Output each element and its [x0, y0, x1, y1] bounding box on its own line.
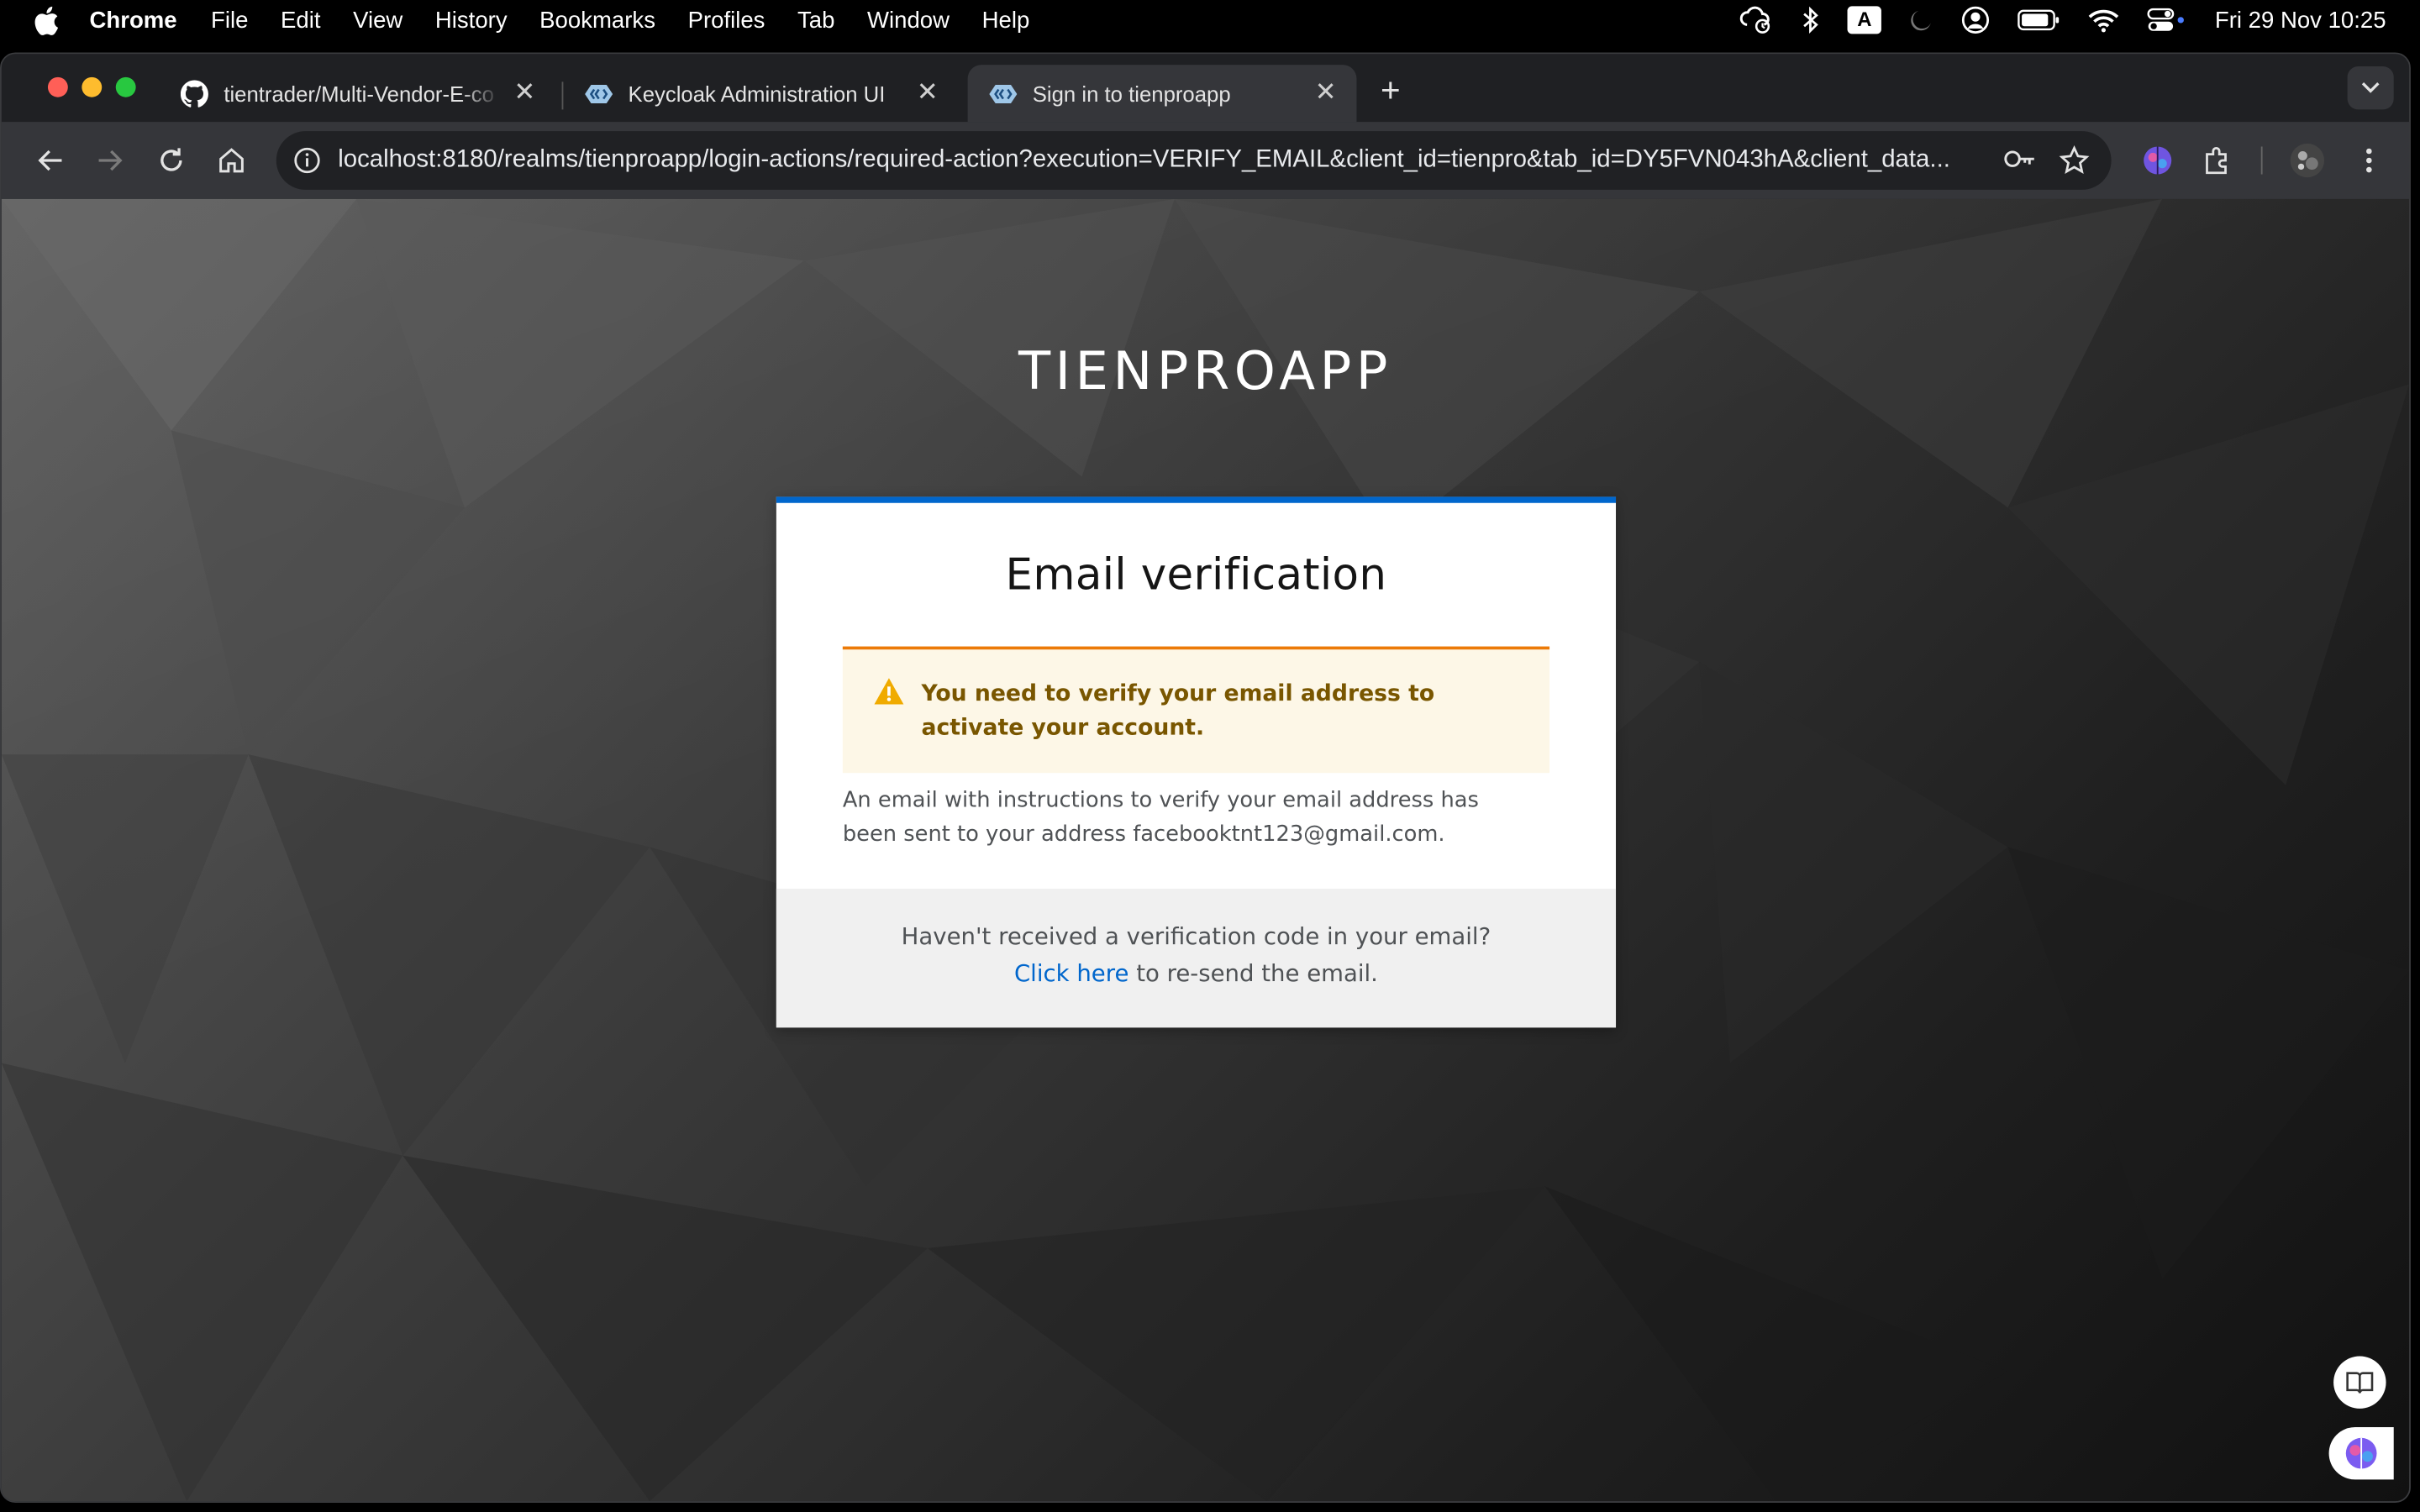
- menu-window[interactable]: Window: [867, 7, 950, 33]
- zoom-window-button[interactable]: [115, 76, 136, 97]
- new-tab-icon[interactable]: +: [1375, 73, 1406, 108]
- tab-keycloak-admin[interactable]: Keycloak Administration UI ✕: [563, 65, 958, 122]
- reading-mode-button[interactable]: [2333, 1356, 2386, 1409]
- realm-title: TIENPROAPP: [1018, 340, 1392, 403]
- tab-title: Sign in to tienproapp: [1032, 81, 1231, 106]
- minimize-window-button[interactable]: [82, 76, 103, 97]
- close-window-button[interactable]: [47, 76, 68, 97]
- login-card: Email verification You need to verify yo…: [776, 496, 1617, 1028]
- keycloak-icon: [585, 80, 613, 108]
- brain-icon: [2345, 1437, 2377, 1469]
- tab-sign-in[interactable]: Sign in to tienproapp ✕: [967, 65, 1357, 123]
- extension-brain-icon[interactable]: [2139, 142, 2176, 179]
- alert-message: You need to verify your email address to…: [921, 681, 1435, 741]
- menu-profiles[interactable]: Profiles: [688, 7, 765, 33]
- home-button[interactable]: [213, 142, 250, 179]
- home-icon: [219, 148, 244, 173]
- chrome-menu-icon[interactable]: [2350, 142, 2387, 179]
- cloud-status-icon[interactable]: [1739, 6, 1773, 34]
- resend-suffix: to re-send the email.: [1128, 959, 1378, 988]
- book-icon: [2346, 1372, 2374, 1394]
- macos-menu-bar: Chrome File Edit View History Bookmarks …: [0, 0, 2420, 40]
- resend-line: Click here to re-send the email.: [776, 959, 1616, 987]
- reload-button[interactable]: [153, 142, 190, 179]
- close-tab-icon[interactable]: ✕: [513, 78, 537, 107]
- menu-file[interactable]: File: [211, 7, 248, 33]
- tab-search-button[interactable]: [2347, 66, 2394, 110]
- menu-history[interactable]: History: [435, 7, 508, 33]
- instruction-text: An email with instructions to verify you…: [842, 788, 1479, 848]
- arrow-left-icon: [38, 150, 62, 171]
- url-text[interactable]: localhost:8180/realms/tienproapp/login-a…: [338, 146, 1974, 174]
- menu-clock[interactable]: Fri 29 Nov 10:25: [2215, 7, 2386, 33]
- card-footer: Haven't received a verification code in …: [776, 888, 1617, 1028]
- user-account-icon[interactable]: [1962, 6, 1990, 34]
- close-tab-icon[interactable]: ✕: [915, 78, 939, 107]
- card-title: Email verification: [1005, 549, 1387, 601]
- window-controls: [47, 76, 150, 97]
- close-tab-icon[interactable]: ✕: [1313, 78, 1338, 107]
- browser-toolbar: localhost:8180/realms/tienproapp/login-a…: [1, 122, 2410, 199]
- ai-assistant-button[interactable]: [2328, 1426, 2394, 1480]
- menu-app-name[interactable]: Chrome: [90, 7, 177, 33]
- control-center-icon[interactable]: [2147, 8, 2187, 32]
- bookmark-star-icon[interactable]: [2059, 145, 2090, 184]
- resend-question: Haven't received a verification code in …: [901, 922, 1491, 951]
- menu-help[interactable]: Help: [982, 7, 1030, 33]
- reload-icon: [160, 148, 182, 171]
- forward-button[interactable]: [91, 142, 128, 179]
- warning-alert: You need to verify your email address to…: [842, 646, 1550, 774]
- tab-title: Keycloak Administration UI: [628, 81, 886, 106]
- battery-icon[interactable]: [2018, 9, 2060, 31]
- input-source-icon[interactable]: A: [1847, 6, 1882, 34]
- password-key-icon[interactable]: [2003, 146, 2037, 179]
- browser-window: tientrader/Multi-Vendor-E-co ✕ Keycloak …: [0, 52, 2411, 1503]
- keycloak-login-page: TIENPROAPP Email verification You need t…: [1, 198, 2410, 1502]
- address-bar[interactable]: localhost:8180/realms/tienproapp/login-a…: [276, 131, 2112, 190]
- back-button[interactable]: [33, 142, 70, 179]
- chevron-down-icon: [2361, 82, 2380, 93]
- menu-tab[interactable]: Tab: [797, 7, 834, 33]
- tab-github[interactable]: tientrader/Multi-Vendor-E-co ✕: [159, 65, 555, 122]
- menu-bookmarks[interactable]: Bookmarks: [539, 7, 655, 33]
- toolbar-divider: [2260, 146, 2263, 175]
- input-source-badge: A: [1847, 6, 1882, 34]
- keycloak-icon: [989, 80, 1018, 108]
- warning-icon: [874, 677, 905, 712]
- menu-edit[interactable]: Edit: [281, 7, 320, 33]
- extensions-puzzle-icon[interactable]: [2199, 142, 2236, 179]
- resend-link[interactable]: Click here: [1014, 959, 1128, 987]
- focus-moon-icon[interactable]: [1909, 8, 1933, 32]
- apple-icon[interactable]: [34, 5, 65, 34]
- tab-strip: tientrader/Multi-Vendor-E-co ✕ Keycloak …: [1, 54, 2410, 123]
- tab-title: tientrader/Multi-Vendor-E-co: [224, 81, 494, 106]
- profile-avatar[interactable]: [2289, 142, 2326, 179]
- site-info-icon[interactable]: [290, 146, 324, 174]
- wifi-icon[interactable]: [2088, 8, 2119, 33]
- github-icon: [180, 79, 208, 108]
- arrow-right-icon: [98, 150, 123, 171]
- menu-view[interactable]: View: [353, 7, 402, 33]
- bluetooth-icon[interactable]: [1802, 6, 1820, 34]
